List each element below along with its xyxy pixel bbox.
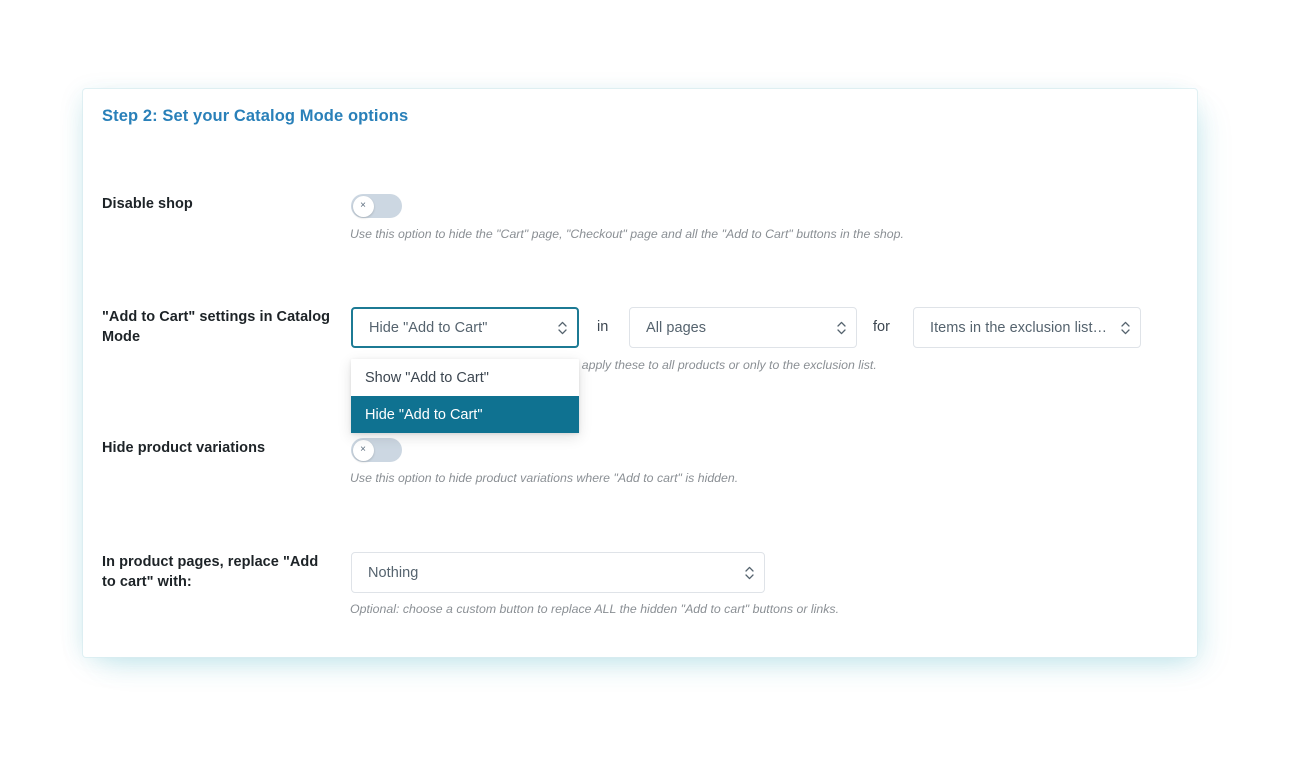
select-add-to-cart-target[interactable]: Items in the exclusion list o... [913,307,1141,348]
conjunction-in: in [597,319,609,335]
chevron-up-down-icon [830,320,856,336]
select-add-to-cart-scope[interactable]: All pages [629,307,857,348]
label-hide-product-variations: Hide product variations [102,440,266,456]
select-add-to-cart-target-value: Items in the exclusion list o... [930,319,1114,336]
select-add-to-cart-action-value: Hide "Add to Cart" [369,319,488,336]
dropdown-add-to-cart-action[interactable]: Show "Add to Cart" Hide "Add to Cart" [351,359,579,433]
select-replace-add-to-cart[interactable]: Nothing [351,552,765,593]
help-add-to-cart-settings: to apply these to all products or only t… [568,358,877,372]
help-replace-add-to-cart: Optional: choose a custom button to repl… [350,602,840,616]
page-root: Step 2: Set your Catalog Mode options Di… [0,0,1300,759]
label-disable-shop: Disable shop [102,196,193,212]
toggle-hide-product-variations[interactable]: × [351,438,402,462]
dropdown-option-show-add-to-cart[interactable]: Show "Add to Cart" [351,359,579,396]
label-add-to-cart-settings: "Add to Cart" settings in Catalog Mode [102,309,331,345]
help-hide-product-variations: Use this option to hide product variatio… [350,471,739,485]
chevron-up-down-icon [551,320,577,336]
toggle-knob-off-icon: × [352,439,374,461]
toggle-disable-shop[interactable]: × [351,194,402,218]
select-replace-add-to-cart-value: Nothing [368,564,419,581]
help-disable-shop: Use this option to hide the "Cart" page,… [350,227,904,241]
select-add-to-cart-scope-value: All pages [646,319,707,336]
select-add-to-cart-action[interactable]: Hide "Add to Cart" [351,307,579,348]
dropdown-option-hide-add-to-cart[interactable]: Hide "Add to Cart" [351,396,579,433]
chevron-up-down-icon [1114,320,1140,336]
label-replace-add-to-cart: In product pages, replace "Add to cart" … [102,554,319,590]
conjunction-for: for [873,319,890,335]
page-title: Step 2: Set your Catalog Mode options [102,107,409,125]
chevron-up-down-icon [738,565,764,581]
toggle-knob-off-icon: × [352,195,374,217]
